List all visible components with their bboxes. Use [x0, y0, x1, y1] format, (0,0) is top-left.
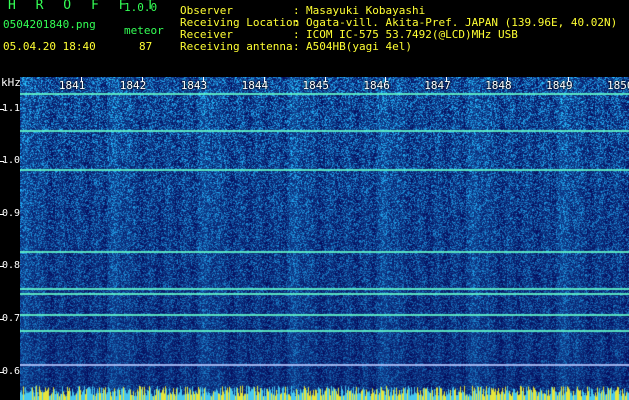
- y-tick-label: 0.8: [2, 260, 21, 272]
- x-tick-mark: [324, 77, 326, 82]
- y-tick-mark: [0, 108, 4, 110]
- x-tick-mark: [263, 77, 265, 82]
- y-tick-mark: [0, 266, 4, 268]
- meteor-count: 87: [139, 40, 153, 53]
- antenna-key: Receiving antenna: [180, 40, 293, 53]
- antenna-value: A504HB(yagi 4el): [306, 40, 412, 53]
- meteor-label: meteor: [124, 24, 164, 37]
- y-tick-label: 1.1: [2, 102, 21, 114]
- x-tick-mark: [141, 77, 143, 82]
- y-tick-label: 0.6: [2, 365, 21, 377]
- y-tick-mark: [0, 319, 4, 321]
- x-tick-mark: [202, 77, 204, 82]
- x-tick-mark: [507, 77, 509, 82]
- x-tick-mark: [80, 77, 82, 82]
- x-tick-mark: [568, 77, 570, 82]
- file-name: 0504201840.png: [3, 18, 96, 31]
- y-tick-label: 0.9: [2, 207, 21, 219]
- timestamp: 05.04.20 18:40: [3, 40, 96, 53]
- x-tick-mark: [446, 77, 448, 82]
- antenna-sep: :: [293, 40, 300, 53]
- y-tick-mark: [0, 161, 4, 163]
- x-tick-mark: [385, 77, 387, 82]
- y-tick-mark: [0, 213, 4, 215]
- y-axis-unit-label: kHz: [1, 76, 21, 89]
- spectrogram-canvas: [20, 77, 629, 400]
- app-version: 1.0.0: [124, 1, 158, 14]
- y-tick-mark: [0, 371, 4, 373]
- y-tick-label: 1.0: [2, 155, 21, 167]
- x-tick-label: 1850: [607, 79, 629, 92]
- y-tick-label: 0.7: [2, 313, 21, 325]
